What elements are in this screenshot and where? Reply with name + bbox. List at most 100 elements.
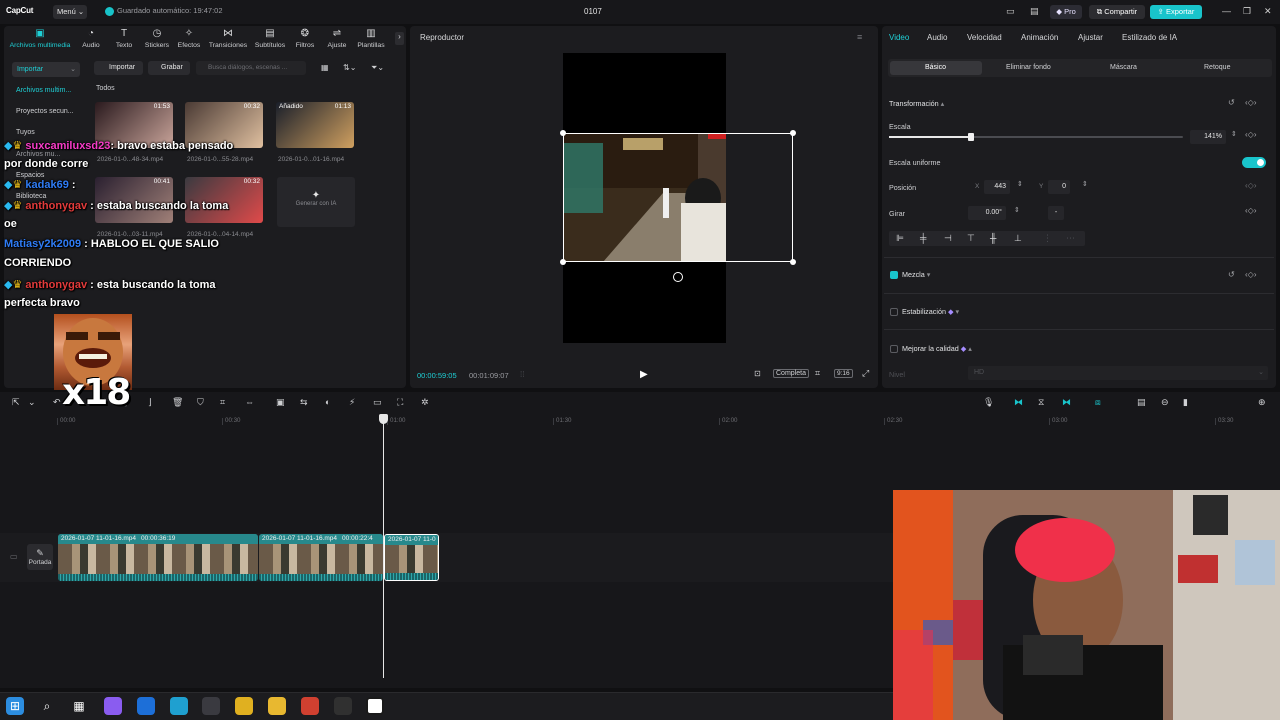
snapshot-icon[interactable]: ⊡ (754, 369, 761, 378)
playhead-handle[interactable] (379, 414, 388, 424)
resize-handle[interactable] (790, 130, 796, 136)
capcut-icon[interactable] (366, 697, 384, 715)
layout-icon[interactable]: ▭ (1006, 6, 1015, 17)
timeline-clip[interactable]: 2026-01-07 11-01-16.mp4 00:00:22:4 (259, 534, 383, 581)
fit-icon[interactable]: ⛶ (397, 397, 403, 408)
subtab-mask[interactable]: Máscara (1110, 64, 1137, 71)
menu-button[interactable]: Menú ⌄ (53, 5, 87, 19)
tab-audio[interactable]: Audio (927, 33, 947, 42)
quality-full-button[interactable]: Completa (773, 369, 809, 378)
track-lock-icon[interactable]: ▭ (10, 552, 18, 561)
sidebar-import[interactable]: Importar ⌄ (12, 62, 80, 77)
level-select[interactable]: HD ⌄ (968, 366, 1268, 380)
record-button[interactable]: Grabar (148, 61, 190, 75)
chrome-icon[interactable] (235, 697, 253, 715)
minimize-icon[interactable]: — (1222, 6, 1231, 16)
menu-icon[interactable]: ≡ (857, 32, 862, 42)
pro-button[interactable]: ◆ Pro (1050, 5, 1082, 19)
align-center-v-icon[interactable]: ╫ (990, 233, 996, 243)
share-button[interactable]: ⧉ Compartir (1089, 5, 1145, 19)
resize-icon[interactable]: ▭ (373, 397, 382, 408)
tab-media[interactable]: ▣ Archivos multimedia (6, 28, 74, 49)
windows-start-icon[interactable]: ⊞ (6, 697, 24, 715)
enhance-section[interactable]: Mejorar la calidad ◆ ▴ (902, 344, 972, 353)
stepper-icon[interactable]: ⇕ (1014, 206, 1020, 214)
align-bottom-icon[interactable]: ⊥ (1014, 233, 1022, 244)
marker-icon[interactable]: ⛉ (197, 397, 204, 408)
timeline-clip[interactable]: 2026-01-07 11-0 (384, 534, 439, 581)
chevron-down-icon[interactable]: ⌄ (28, 397, 36, 408)
distribute-h-icon[interactable]: ⋮ (1043, 233, 1052, 244)
align-left-icon[interactable]: ⊫ (896, 233, 904, 244)
caption-icon[interactable]: ▤ (1137, 397, 1146, 408)
search-icon[interactable]: ⌕ (38, 697, 56, 715)
media-thumbnail[interactable]: 01:13 Añadido (276, 102, 354, 148)
position-x-field[interactable]: 443 (984, 180, 1010, 194)
magnet-icon[interactable]: ⧓ (1062, 397, 1071, 408)
copilot-icon[interactable] (104, 697, 122, 715)
tab-animation[interactable]: Animación (1021, 33, 1058, 42)
reverse-icon[interactable]: ⇆ (300, 397, 308, 408)
cursor-icon[interactable]: ⇱ (12, 397, 20, 408)
tab-adjust[interactable]: Ajustar (1078, 33, 1103, 42)
scale-value-field[interactable]: 141% (1190, 130, 1226, 144)
selection-box[interactable] (563, 133, 793, 262)
tab-ai-style[interactable]: Estilizado de IA (1122, 33, 1177, 42)
align-right-icon[interactable]: ⊣ (944, 233, 952, 244)
cover-button[interactable]: ✎ Portada (27, 544, 53, 570)
scale-slider-handle[interactable] (968, 133, 975, 141)
stepper-icon[interactable]: ⇕ (1082, 180, 1088, 188)
mirror-icon[interactable]: ⇔ (245, 397, 254, 407)
undo-icon[interactable]: ↶ (53, 397, 61, 408)
sidebar-item-secondary-projects[interactable]: Proyectos secun... (16, 108, 74, 115)
filter-icon[interactable]: ⏷⌄ (371, 63, 384, 73)
sidebar-item-yours[interactable]: Tuyos (16, 129, 35, 136)
link-icon[interactable]: ⧓ (1014, 397, 1023, 408)
distribute-v-icon[interactable]: ⋯ (1066, 233, 1075, 244)
search-input[interactable]: Busca diálogos, escenas ... (196, 61, 306, 75)
tab-template[interactable]: ▥ Plantillas (351, 28, 391, 49)
subtab-remove-bg[interactable]: Eliminar fondo (1006, 64, 1051, 71)
snap-icon[interactable]: ⧖ (1038, 397, 1044, 408)
flip-button[interactable]: - (1048, 206, 1064, 220)
edge-icon[interactable] (170, 697, 188, 715)
resize-handle[interactable] (560, 130, 566, 136)
sort-icon[interactable]: ⇅⌄ (343, 63, 356, 72)
stepper-icon[interactable]: ⇕ (1231, 130, 1237, 138)
stepper-icon[interactable]: ⇕ (1017, 180, 1023, 188)
magic-icon[interactable]: ⚡ (349, 397, 355, 408)
import-button[interactable]: Importar (94, 61, 143, 75)
align-top-icon[interactable]: ⊤ (967, 233, 975, 244)
play-icon[interactable]: ▶ (640, 369, 648, 380)
transform-section-title[interactable]: Transformación ▴ (889, 99, 944, 108)
resize-handle[interactable] (790, 259, 796, 265)
generate-ai-button[interactable]: ✦ Generar con IA (277, 177, 355, 227)
subtab-retouch[interactable]: Retoque (1204, 64, 1230, 71)
rotate-value-field[interactable]: 0.00° (968, 206, 1006, 220)
keyframe-nav-icon[interactable]: ‹◇› (1245, 206, 1256, 215)
mic-icon[interactable]: 🎙 (983, 397, 994, 408)
timeline-ruler[interactable] (0, 414, 1280, 428)
zoom-slider-icon[interactable]: ▮ (1183, 397, 1188, 408)
zoom-out-icon[interactable]: ⊖ (1161, 397, 1169, 408)
keyframe-nav-icon[interactable]: ‹◇› (1245, 181, 1256, 190)
zoom-in-icon[interactable]: ⊕ (1258, 397, 1266, 408)
chrome-icon[interactable] (301, 697, 319, 715)
tab-video[interactable]: Video (889, 33, 909, 42)
resize-handle[interactable] (560, 259, 566, 265)
subtab-basic[interactable]: Básico (925, 64, 946, 71)
sidebar-item-media-2[interactable]: Archivos mu... (16, 151, 60, 158)
blend-section[interactable]: Mezcla ▾ (902, 270, 930, 279)
timeline-clip[interactable]: 2026-01-07 11-01-16.mp4 00:00:36:19 (58, 534, 258, 581)
mask-icon[interactable]: ◐ (325, 397, 330, 407)
stabilize-checkbox[interactable] (890, 308, 898, 316)
filter-all-label[interactable]: Todos (96, 85, 115, 92)
task-view-icon[interactable]: ▦ (70, 697, 88, 715)
reset-icon[interactable]: ↺ (1228, 270, 1235, 279)
tab-transition[interactable]: ⋈ Transiciones (208, 28, 248, 49)
keyframe-nav-icon[interactable]: ‹◇› (1245, 270, 1256, 279)
split-right-icon[interactable]: ⌋ (148, 397, 152, 408)
playhead[interactable] (383, 414, 384, 678)
export-button[interactable]: ⇪ Exportar (1150, 5, 1202, 19)
tab-effects[interactable]: ✧ Efectos (169, 28, 209, 49)
